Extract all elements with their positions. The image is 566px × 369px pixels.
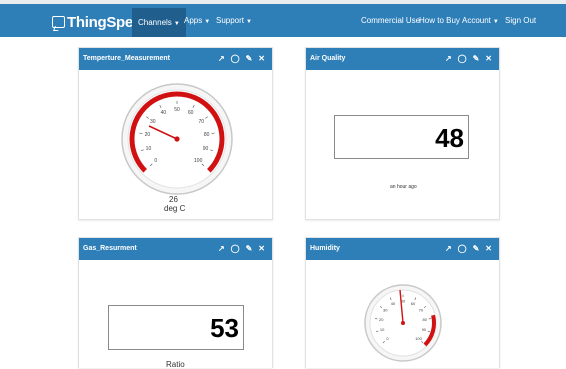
- gauge-hub: [401, 321, 405, 325]
- air-quality-value: 48: [334, 115, 469, 159]
- nav-apps-label: Apps: [184, 16, 202, 25]
- gauge-tick-label: 40: [161, 110, 167, 116]
- gauge-tick-label: 10: [380, 327, 385, 332]
- gauge-tick-label: 20: [379, 317, 384, 322]
- caret-down-icon: ▼: [174, 21, 180, 27]
- gauge-tick-label: 0: [154, 158, 157, 164]
- external-link-icon[interactable]: ↗: [445, 48, 452, 70]
- gauge-tick-label: 20: [145, 132, 151, 138]
- gauge-tick-label: 30: [150, 119, 156, 125]
- comment-icon[interactable]: ◯: [231, 238, 240, 260]
- gauge-tick-label: 70: [198, 119, 204, 125]
- nav-support-label: Support: [216, 16, 244, 25]
- widget-title: Temperture_Measurement: [83, 55, 170, 62]
- widget-header: Humidity ↗ ◯ ✎ ✕: [306, 238, 499, 260]
- nav-sign-out[interactable]: Sign Out: [505, 16, 536, 25]
- gauge-tick-label: 50: [174, 107, 180, 113]
- widget-humidity: Humidity ↗ ◯ ✎ ✕ 0102030405060708090100: [305, 237, 500, 368]
- gauge-tick-label: 80: [423, 317, 428, 322]
- gauge-tick-label: 100: [194, 158, 203, 164]
- nav-how-to-buy[interactable]: How to Buy: [419, 16, 460, 25]
- widget-temperature: Temperture_Measurement ↗ ◯ ✎ ✕ 010 20 30 40…: [78, 47, 273, 220]
- nav-support[interactable]: Support▼: [216, 16, 252, 25]
- pencil-icon[interactable]: ✎: [246, 238, 253, 260]
- nav-channels[interactable]: Channels▼: [132, 8, 186, 37]
- humidity-gauge: 0102030405060708090100: [364, 274, 442, 369]
- gauge-tick-label: 70: [419, 307, 424, 312]
- temperature-gauge: 010 20 30 40 50 60 70 80 90100: [119, 81, 235, 197]
- nav-apps[interactable]: Apps▼: [184, 16, 210, 25]
- widget-title: Gas_Resurment: [83, 245, 137, 252]
- comment-icon[interactable]: ◯: [458, 238, 467, 260]
- comment-icon[interactable]: ◯: [458, 48, 467, 70]
- gas-value: 53: [108, 305, 244, 350]
- top-navbar: ThingSpeak™ Channels▼ Apps▼ Support▼ Com…: [0, 0, 566, 37]
- pencil-icon[interactable]: ✎: [473, 238, 480, 260]
- temperature-value: 26: [169, 195, 178, 204]
- caret-down-icon: ▼: [493, 19, 499, 25]
- close-icon[interactable]: ✕: [258, 48, 265, 70]
- pencil-icon[interactable]: ✎: [246, 48, 253, 70]
- widget-header: Gas_Resurment ↗ ◯ ✎ ✕: [79, 238, 272, 260]
- close-icon[interactable]: ✕: [485, 48, 492, 70]
- widget-header: Temperture_Measurement ↗ ◯ ✎ ✕: [79, 48, 272, 70]
- gauge-hub: [174, 136, 179, 141]
- close-icon[interactable]: ✕: [485, 238, 492, 260]
- comment-icon[interactable]: ◯: [231, 48, 240, 70]
- thingspeak-logo-icon: [52, 16, 65, 28]
- nav-account-label: Account: [462, 16, 491, 25]
- caret-down-icon: ▼: [204, 19, 210, 25]
- gauge-tick-label: 90: [422, 327, 427, 332]
- gauge-tick-label: 100: [415, 336, 422, 341]
- external-link-icon[interactable]: ↗: [218, 238, 225, 260]
- gauge-tick-label: 10: [146, 146, 152, 152]
- gauge-tick-label: 60: [188, 110, 194, 116]
- external-link-icon[interactable]: ↗: [445, 238, 452, 260]
- external-link-icon[interactable]: ↗: [218, 48, 225, 70]
- temperature-unit: deg C: [164, 204, 185, 213]
- caret-down-icon: ▼: [246, 19, 252, 25]
- widget-header: Air Quality ↗ ◯ ✎ ✕: [306, 48, 499, 70]
- gauge-tick-label: 60: [411, 301, 416, 306]
- nav-account[interactable]: Account▼: [462, 16, 499, 25]
- gauge-tick-label: 80: [204, 132, 210, 138]
- widget-gas: Gas_Resurment ↗ ◯ ✎ ✕ 53 Ratio: [78, 237, 273, 368]
- gauge-tick-label: 30: [383, 307, 388, 312]
- pencil-icon[interactable]: ✎: [473, 48, 480, 70]
- nav-channels-label: Channels: [138, 18, 172, 27]
- widget-title: Humidity: [310, 245, 340, 252]
- close-icon[interactable]: ✕: [258, 238, 265, 260]
- widget-title: Air Quality: [310, 55, 345, 62]
- widget-air-quality: Air Quality ↗ ◯ ✎ ✕ 48 an hour ago: [305, 47, 500, 220]
- last-updated-text: an hour ago: [390, 184, 417, 190]
- gauge-tick-label: 40: [391, 301, 396, 306]
- nav-commercial-use[interactable]: Commercial Use: [361, 16, 420, 25]
- gauge-tick-label: 90: [203, 146, 209, 152]
